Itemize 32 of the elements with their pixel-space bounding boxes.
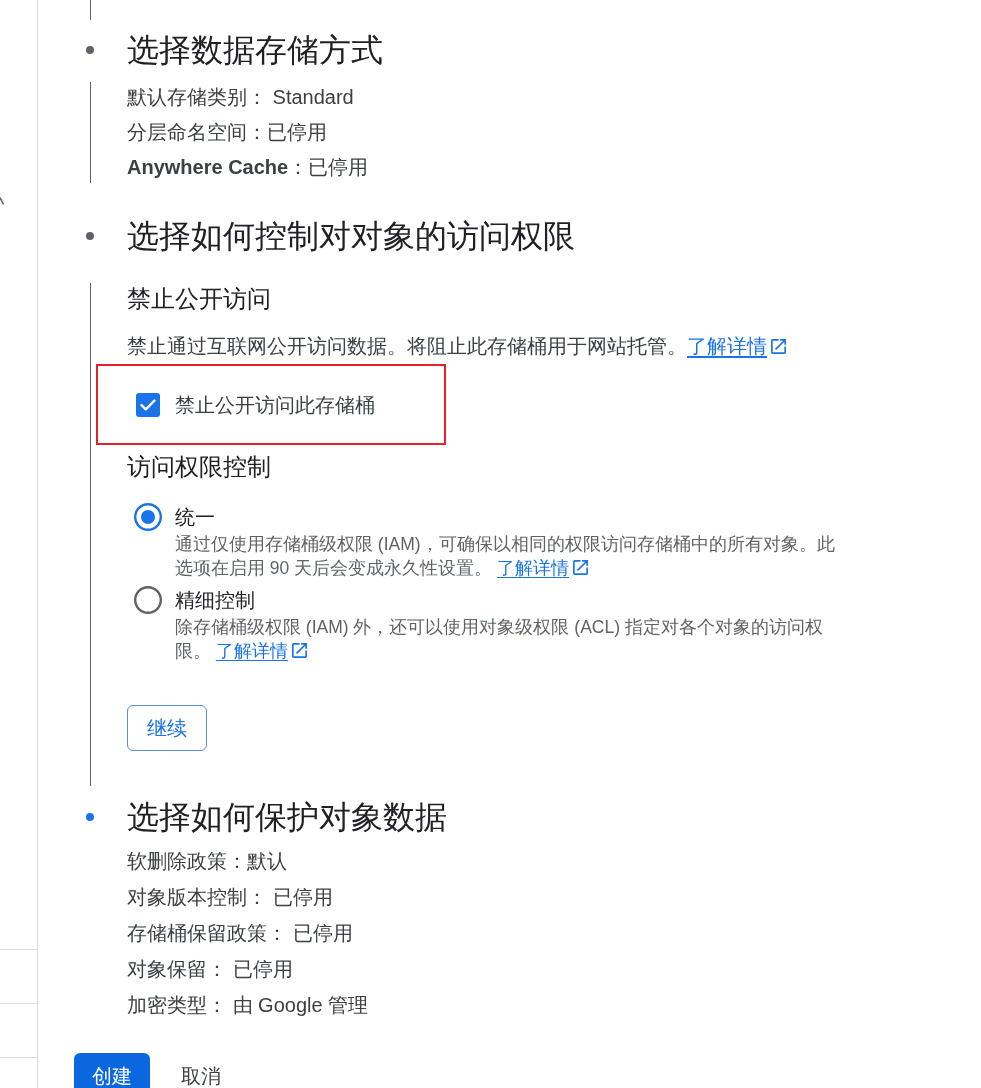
- step-title: 选择如何保护对象数据: [127, 798, 447, 837]
- option-description: 通过仅使用存储桶级权限 (IAM)，可确保以相同的权限访问存储桶中的所有对象。此选项在启用 90 天后会变成永久性设置。 了解详情: [175, 533, 836, 580]
- learn-more-link[interactable]: 了解详情: [687, 335, 786, 357]
- create-button[interactable]: 创建: [74, 1053, 150, 1088]
- radio-label: 精细控制: [175, 588, 256, 613]
- summary-line: 存储桶保留政策： 已停用: [127, 921, 354, 946]
- section-heading: 禁止公开访问: [127, 284, 272, 314]
- step-title: 选择数据存储方式: [127, 31, 383, 70]
- summary-line: 加密类型： 由 Google 管理: [127, 993, 369, 1018]
- summary-line: 软删除政策：默认: [127, 849, 288, 874]
- option-description: 除存储桶级权限 (IAM) 外，还可以使用对象级权限 (ACL) 指定对各个对象的访问权限。 了解详情: [175, 616, 824, 663]
- external-link-icon: [771, 339, 786, 354]
- checkbox[interactable]: [136, 392, 160, 417]
- summary-line: Anywhere Cache：已停用: [127, 155, 369, 180]
- section-heading: 访问权限控制: [127, 452, 272, 482]
- external-link-icon: [291, 643, 307, 658]
- section-description: 禁止通过互联网公开访问数据。将阻止此存储桶用于网站托管。了解详情: [127, 332, 840, 360]
- learn-more-link[interactable]: 了解详情: [497, 558, 589, 578]
- checkbox-label: 禁止公开访问此存储桶: [175, 392, 375, 418]
- step-title: 选择如何控制对对象的访问权限: [127, 217, 575, 256]
- learn-more-link[interactable]: 了解详情: [215, 641, 307, 661]
- external-link-icon: [573, 560, 589, 575]
- radio-button[interactable]: [134, 503, 162, 531]
- radio-button[interactable]: [134, 586, 162, 614]
- summary-line: 对象版本控制： 已停用: [127, 885, 334, 910]
- check-icon: [140, 398, 156, 411]
- summary-line: 对象保留： 已停用: [127, 957, 294, 982]
- continue-button[interactable]: 继续: [127, 705, 207, 751]
- chevron-icon: [0, 197, 4, 205]
- summary-line: 分层命名空间：已停用: [127, 120, 328, 145]
- radio-label: 统一: [175, 505, 216, 530]
- summary-line: 默认存储类别： Standard: [127, 85, 355, 110]
